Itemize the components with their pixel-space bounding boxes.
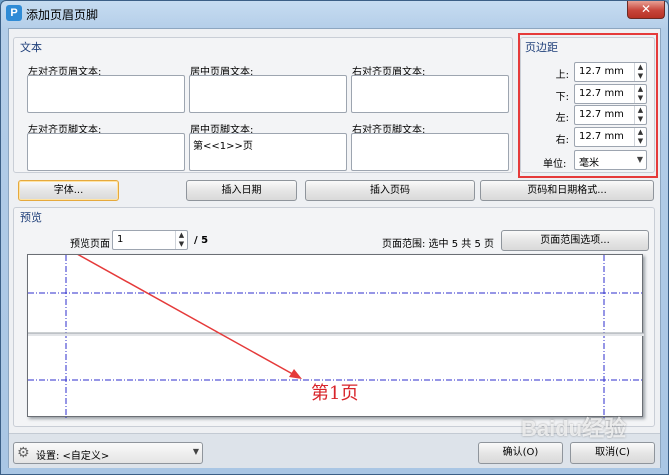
- insert-date-button[interactable]: 插入日期: [186, 180, 297, 201]
- page-range-text: 页面范围: 选中 5 共 5 页: [382, 239, 494, 250]
- gear-icon: ⚙: [17, 445, 30, 461]
- insert-page-button[interactable]: 插入页码: [305, 180, 475, 201]
- footer-center-input[interactable]: 第<<1>>页: [189, 133, 347, 171]
- title-bar[interactable]: P 添加页眉页脚 ✕: [1, 1, 668, 27]
- chevron-down-icon: ▼: [192, 447, 199, 456]
- cancel-button[interactable]: 取消(C): [570, 442, 655, 464]
- settings-dropdown[interactable]: ⚙ 设置: <自定义> ▼: [13, 442, 203, 464]
- highlight-annotation: [518, 33, 658, 178]
- header-center-input[interactable]: [189, 75, 347, 113]
- settings-label: 设置: <自定义>: [36, 451, 110, 462]
- ok-button[interactable]: 确认(O): [478, 442, 563, 464]
- dialog-window: P 添加页眉页脚 ✕ 文本 左对齐页眉文本: 居中页眉文本: 右对齐页眉文本: …: [0, 0, 669, 475]
- annotation-arrow-line: [77, 255, 299, 378]
- text-group: 文本 左对齐页眉文本: 居中页眉文本: 右对齐页眉文本: 左对齐页脚文本: 居中…: [13, 37, 513, 173]
- spin-arrows-icon[interactable]: ▲ ▼: [175, 231, 187, 249]
- preview-canvas: 第1页: [27, 254, 644, 418]
- page-range-options-button[interactable]: 页面范围选项...: [501, 230, 649, 251]
- window-title: 添加页眉页脚: [26, 8, 99, 22]
- preview-page-stepper[interactable]: 1 ▲ ▼: [112, 230, 188, 250]
- text-group-title: 文本: [20, 41, 42, 54]
- preview-page-label: 预览页面: [70, 239, 110, 250]
- close-button[interactable]: ✕: [627, 1, 665, 19]
- header-right-input[interactable]: [351, 75, 509, 113]
- page-date-format-button[interactable]: 页码和日期格式...: [480, 180, 654, 201]
- watermark-logo: Baidu经验: [521, 416, 627, 441]
- dialog-body: 文本 左对齐页眉文本: 居中页眉文本: 右对齐页眉文本: 左对齐页脚文本: 居中…: [8, 28, 661, 468]
- font-button[interactable]: 字体...: [18, 180, 119, 201]
- footer-left-input[interactable]: [27, 133, 185, 171]
- preview-page-value: 1: [117, 234, 124, 245]
- app-logo-icon: P: [6, 5, 22, 21]
- header-left-input[interactable]: [27, 75, 185, 113]
- preview-group-title: 预览: [20, 211, 42, 224]
- annotation-arrowhead: [289, 369, 302, 379]
- footer-right-input[interactable]: [351, 133, 509, 171]
- preview-footer-text: 第1页: [311, 383, 359, 404]
- preview-page-total: / 5: [194, 235, 209, 246]
